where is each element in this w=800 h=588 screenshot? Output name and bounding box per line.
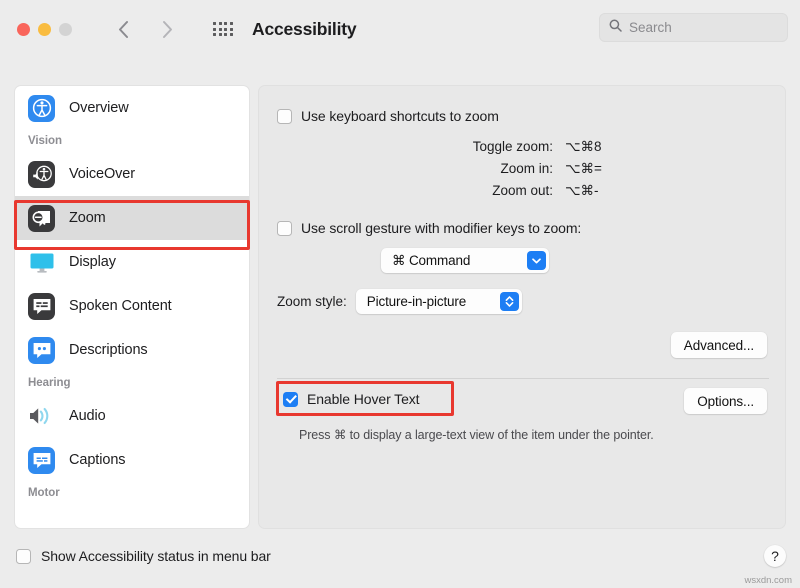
accessibility-preferences-window: Accessibility Overview [0,0,800,588]
modifier-key-value: ⌘ Command [392,252,471,268]
shortcut-name: Zoom in: [500,161,553,176]
zoom-style-row: Zoom style: Picture-in-picture [277,289,522,314]
enable-hover-text-checkbox[interactable] [283,391,298,407]
traffic-light-group [17,22,72,36]
menu-bar-status-row[interactable]: Show Accessibility status in menu bar [16,548,271,564]
close-window-button[interactable] [17,22,30,36]
use-keyboard-shortcuts-checkbox[interactable] [277,108,292,124]
search-icon [609,19,622,37]
shortcut-keys: ⌥⌘= [565,161,602,176]
page-title: Accessibility [252,18,357,39]
maximize-window-button[interactable] [59,22,72,36]
use-scroll-gesture-label: Use scroll gesture with modifier keys to… [301,220,582,236]
shortcut-name: Toggle zoom: [472,139,553,154]
shortcut-keys: ⌥⌘- [565,183,599,198]
section-divider [277,378,769,379]
sidebar-item-label: Spoken Content [69,298,172,314]
shortcut-row-zoom-in: Zoom in: ⌥⌘= [259,161,619,183]
accessibility-person-icon [28,94,55,122]
shortcut-name: Zoom out: [492,183,553,198]
back-button[interactable] [115,18,131,40]
navigation-arrows [115,18,175,40]
sidebar-item-label: Audio [69,408,106,424]
show-all-grid-icon [213,22,233,36]
descriptions-icon [28,336,55,364]
modifier-key-popup[interactable]: ⌘ Command [381,248,549,273]
sidebar-item-audio[interactable]: Audio [15,394,249,438]
zoom-style-popup[interactable]: Picture-in-picture [355,289,522,314]
show-accessibility-status-checkbox[interactable] [16,548,31,564]
chevron-down-icon[interactable] [527,251,546,270]
sidebar-item-label: VoiceOver [69,166,135,182]
sidebar-item-label: Descriptions [69,342,148,358]
sidebar-item-label: Zoom [69,210,106,226]
zoom-style-label: Zoom style: [277,294,347,309]
sidebar-item-spoken-content[interactable]: Spoken Content [15,284,249,328]
up-down-chevron-icon[interactable] [499,292,519,311]
shortcut-row-zoom-out: Zoom out: ⌥⌘- [259,183,619,205]
sidebar-group-motor: Motor [28,487,60,499]
spoken-content-icon [28,292,55,320]
title-bar: Accessibility [0,0,800,58]
enable-hover-text-label: Enable Hover Text [307,391,420,407]
minimize-window-button[interactable] [38,22,51,36]
sidebar-item-voiceover[interactable]: VoiceOver [15,152,249,196]
sidebar-item-display[interactable]: Display [15,240,249,284]
zoom-shortcut-list: Toggle zoom: ⌥⌘8 Zoom in: ⌥⌘= Zoom out: … [259,139,619,205]
hover-text-options-button[interactable]: Options... [684,388,767,414]
zoom-magnifier-icon [28,204,55,232]
use-scroll-gesture-checkbox[interactable] [277,220,292,236]
use-keyboard-shortcuts-label: Use keyboard shortcuts to zoom [301,108,499,124]
help-button[interactable]: ? [764,545,786,567]
sidebar-item-overview[interactable]: Overview [15,86,249,130]
audio-speaker-icon [28,403,55,430]
use-scroll-gesture-row[interactable]: Use scroll gesture with modifier keys to… [277,220,581,236]
sidebar-item-zoom[interactable]: Zoom [15,196,249,240]
search-field[interactable] [599,13,788,42]
search-input[interactable] [629,20,769,35]
show-accessibility-status-label: Show Accessibility status in menu bar [41,548,271,564]
enable-hover-text-row[interactable]: Enable Hover Text [283,391,420,407]
voiceover-icon [28,160,55,188]
sidebar-item-label: Overview [69,100,129,116]
hover-text-hint: Press ⌘ to display a large-text view of … [299,428,654,442]
category-sidebar: Overview Vision VoiceOver Zoom Display S… [14,85,250,529]
sidebar-item-captions[interactable]: Captions [15,438,249,482]
zoom-style-value: Picture-in-picture [366,294,467,309]
shortcut-row-toggle-zoom: Toggle zoom: ⌥⌘8 [259,139,619,161]
show-all-button[interactable] [211,18,235,40]
zoom-settings-panel: Use keyboard shortcuts to zoom Toggle zo… [258,85,786,529]
sidebar-item-label: Display [69,254,116,270]
sidebar-group-hearing: Hearing [28,377,71,389]
sidebar-item-label: Captions [69,452,126,468]
forward-button[interactable] [159,18,175,40]
advanced-button[interactable]: Advanced... [670,332,767,358]
captions-icon [28,446,55,474]
use-keyboard-shortcuts-row[interactable]: Use keyboard shortcuts to zoom [277,108,499,124]
display-monitor-icon [28,249,55,276]
sidebar-group-vision: Vision [28,135,62,147]
sidebar-item-descriptions[interactable]: Descriptions [15,328,249,372]
shortcut-keys: ⌥⌘8 [565,139,602,154]
watermark: wsxdn.com [744,575,792,586]
